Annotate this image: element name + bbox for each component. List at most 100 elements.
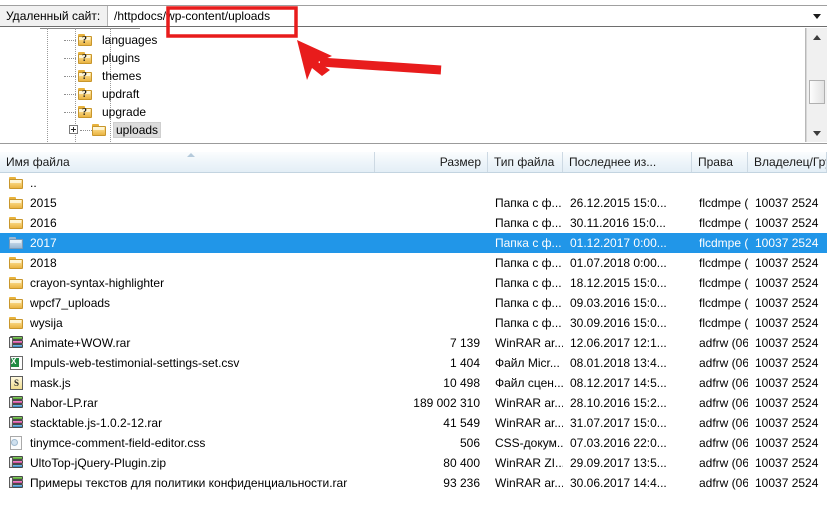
table-row[interactable]: Nabor-LP.rar 189 002 310 WinRAR ar... 28.10… — [0, 393, 827, 413]
scroll-up-button[interactable] — [807, 28, 827, 46]
tree-item-label: uploads — [113, 121, 162, 138]
cell-text: 1 404 — [449, 356, 480, 370]
cell-owner: 10037 2524 — [748, 456, 827, 470]
cell-perms: adfrw (0644) — [692, 416, 748, 430]
cell-name: X Impuls-web-testimonial-settings-set.csv — [0, 356, 375, 370]
table-row[interactable]: Smask.js 10 498 Файл сцен... 08.12.2017 14:… — [0, 373, 827, 393]
file-list-header: Имя файла Размер Тип файла Последнее из... П… — [0, 152, 827, 173]
cell-date: 01.12.2017 0:00... — [563, 236, 692, 250]
cell-text: 10037 2524 — [755, 396, 819, 410]
cell-type: WinRAR ar... — [488, 396, 563, 410]
remote-path-input[interactable] — [108, 6, 807, 26]
cell-text: 28.10.2016 15:2... — [570, 396, 667, 410]
cell-text: adfrw (0644) — [699, 396, 748, 410]
cell-date: 30.11.2016 15:0... — [563, 216, 692, 230]
cell-text: 80 400 — [443, 456, 480, 470]
column-header-perms[interactable]: Права — [692, 152, 748, 172]
column-header-label: Права — [698, 155, 733, 169]
table-row[interactable]: Animate+WOW.rar 7 139 WinRAR ar... 12.06.20… — [0, 333, 827, 353]
cell-text: WinRAR ar... — [495, 476, 563, 490]
file-name-label: Animate+WOW.rar — [30, 336, 131, 350]
cell-text: adfrw (0644) — [699, 376, 748, 390]
cell-type: Папка с ф... — [488, 216, 563, 230]
directory-tree[interactable]: ? languages ? plugins ? themes ? updraft… — [0, 28, 806, 142]
folder-unknown-icon: ? — [78, 69, 94, 83]
cell-owner: 10037 2524 — [748, 256, 827, 270]
column-header-date[interactable]: Последнее из... — [563, 152, 692, 172]
tree-item-uploads[interactable]: uploads — [69, 120, 162, 139]
cell-text: Папка с ф... — [495, 236, 562, 250]
cell-text: flcdmpe (0... — [699, 296, 748, 310]
table-row[interactable]: tinymce-comment-field-editor.css 506 CSS-д… — [0, 433, 827, 453]
cell-perms: adfrw (0644) — [692, 336, 748, 350]
tree-item-languages[interactable]: ? languages — [64, 30, 160, 49]
cell-name: stacktable.js-1.0.2-12.rar — [0, 416, 375, 430]
cell-text: 10037 2524 — [755, 276, 819, 290]
tree-item-themes[interactable]: ? themes — [64, 66, 144, 85]
cell-perms: flcdmpe (0... — [692, 296, 748, 310]
column-header-label: Последнее из... — [569, 155, 657, 169]
cell-text: 26.12.2015 15:0... — [570, 196, 667, 210]
table-row[interactable]: stacktable.js-1.0.2-12.rar 41 549 WinRAR a… — [0, 413, 827, 433]
cell-text: 10037 2524 — [755, 456, 819, 470]
file-name-label: stacktable.js-1.0.2-12.rar — [30, 416, 163, 430]
column-header-type[interactable]: Тип файла — [488, 152, 563, 172]
tree-item-updraft[interactable]: ? updraft — [64, 84, 142, 103]
table-row[interactable]: .. — [0, 173, 827, 193]
rar-icon — [9, 396, 25, 410]
table-row[interactable]: X Impuls-web-testimonial-settings-set.csv… — [0, 353, 827, 373]
cell-type: WinRAR ar... — [488, 336, 563, 350]
remote-path-dropdown-button[interactable] — [807, 6, 827, 26]
scrollbar-thumb[interactable] — [809, 80, 825, 104]
tree-vertical-scrollbar[interactable] — [806, 28, 827, 142]
column-header-size[interactable]: Размер — [375, 152, 488, 172]
table-row[interactable]: UltoTop-jQuery-Plugin.zip 80 400 WinRAR ZI… — [0, 453, 827, 473]
cell-type: Папка с ф... — [488, 256, 563, 270]
cell-text: 10037 2524 — [755, 236, 819, 250]
tree-expand-plus-icon[interactable] — [69, 125, 78, 134]
cell-owner: 10037 2524 — [748, 416, 827, 430]
folder-unknown-icon: ? — [78, 33, 94, 47]
cell-text: 18.12.2015 15:0... — [570, 276, 667, 290]
file-name-label: Nabor-LP.rar — [30, 396, 98, 410]
column-header-name[interactable]: Имя файла — [0, 152, 375, 172]
folder-icon — [9, 276, 25, 290]
cell-text: flcdmpe (0... — [699, 276, 748, 290]
table-row[interactable]: crayon-syntax-highlighter Папка с ф... 18.… — [0, 273, 827, 293]
folder-unknown-icon: ? — [78, 105, 94, 119]
cell-date: 08.01.2018 13:4... — [563, 356, 692, 370]
cell-text: WinRAR ar... — [495, 416, 563, 430]
tree-item-plugins[interactable]: ? plugins — [64, 48, 143, 67]
scroll-down-button[interactable] — [807, 124, 827, 142]
tree-item-upgrade[interactable]: ? upgrade — [64, 102, 149, 121]
cell-owner: 10037 2524 — [748, 356, 827, 370]
table-row[interactable]: 2017 Папка с ф... 01.12.2017 0:00... flcdmp… — [0, 233, 827, 253]
cell-type: Файл Micr... — [488, 356, 563, 370]
tree-elbow-icon — [64, 58, 76, 59]
cell-owner: 10037 2524 — [748, 196, 827, 210]
cell-perms: adfrw (0644) — [692, 396, 748, 410]
cell-type: CSS-докум... — [488, 436, 563, 450]
cell-name: .. — [0, 176, 375, 190]
cell-perms: flcdmpe (0... — [692, 196, 748, 210]
cell-text: 10 498 — [443, 376, 480, 390]
cell-perms: flcdmpe (0... — [692, 316, 748, 330]
folder-icon — [9, 196, 25, 210]
cell-date: 08.12.2017 14:5... — [563, 376, 692, 390]
table-row[interactable]: 2018 Папка с ф... 01.07.2018 0:00... flcdmp… — [0, 253, 827, 273]
cell-text: adfrw (0644) — [699, 336, 748, 350]
cell-text: 30.11.2016 15:0... — [570, 216, 666, 230]
cell-name: wysija — [0, 316, 375, 330]
file-name-label: 2017 — [30, 236, 57, 250]
table-row[interactable]: wpcf7_uploads Папка с ф... 09.03.2016 15:0… — [0, 293, 827, 313]
table-row[interactable]: 2015 Папка с ф... 26.12.2015 15:0... flcdmp… — [0, 193, 827, 213]
cell-type: WinRAR ar... — [488, 416, 563, 430]
column-header-owner[interactable]: Владелец/Гру — [748, 152, 827, 172]
table-row[interactable]: wysija Папка с ф... 30.09.2016 15:0... flcd… — [0, 313, 827, 333]
ftp-client-window: Удаленный сайт: ? languages — [0, 0, 827, 526]
table-row[interactable]: 2016 Папка с ф... 30.11.2016 15:0... flcdmp… — [0, 213, 827, 233]
cell-owner: 10037 2524 — [748, 476, 827, 490]
table-row[interactable]: Примеры текстов для политики конфиденциа… — [0, 473, 827, 493]
cell-date: 30.09.2016 15:0... — [563, 316, 692, 330]
cell-text: 10037 2524 — [755, 296, 819, 310]
